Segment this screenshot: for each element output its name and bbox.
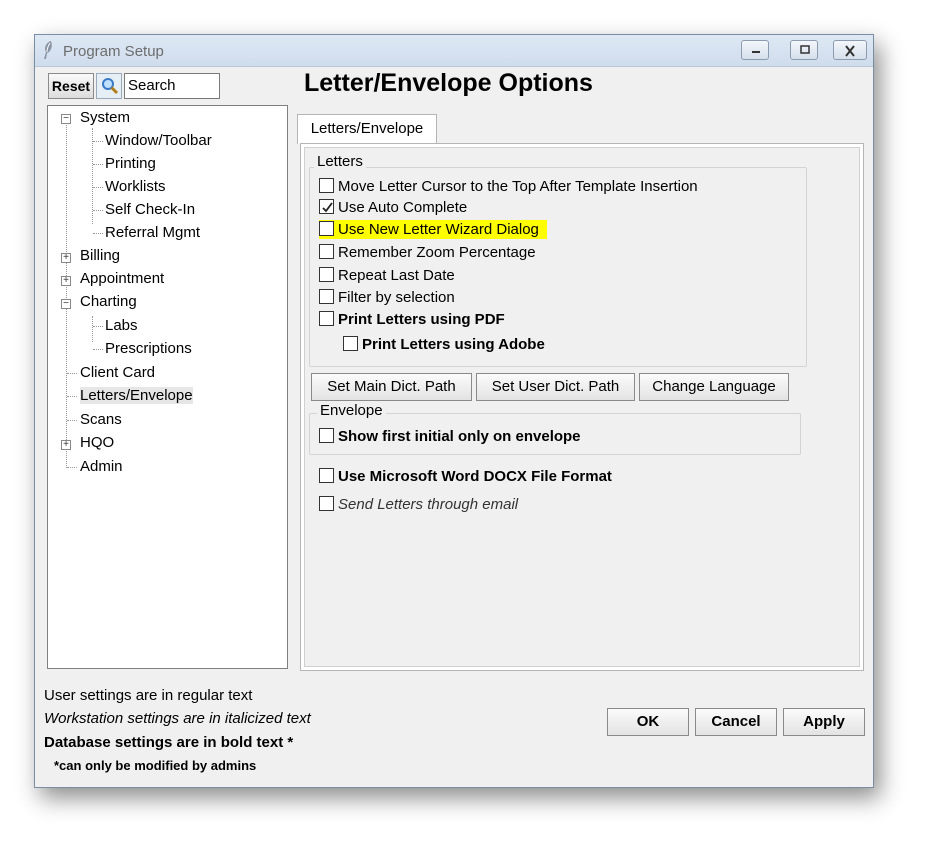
legend-admin-note: *can only be modified by admins [54,758,257,773]
option-label: Use Auto Complete [338,199,468,216]
tab-letters-envelope[interactable]: Letters/Envelope [297,114,437,144]
window-title: Program Setup [63,43,164,60]
tree-item-system[interactable]: System [80,109,130,126]
option-print-pdf[interactable]: Print Letters using PDF [319,311,505,331]
tree-line [66,118,67,468]
tree-line [92,316,93,342]
legend-workstation: Workstation settings are in italicized t… [44,710,311,727]
envelope-group-title: Envelope [317,402,386,419]
page-title: Letter/Envelope Options [304,69,593,97]
title-bar[interactable]: Program Setup [35,35,873,67]
option-label: Filter by selection [338,289,455,306]
collapse-icon[interactable]: − [61,299,71,309]
checkbox[interactable] [319,221,334,236]
expand-icon[interactable]: + [61,253,71,263]
tree-item-letters-envelope[interactable]: Letters/Envelope [80,387,193,404]
letters-group-title: Letters [314,153,366,170]
expand-icon[interactable]: + [61,276,71,286]
option-label: Print Letters using PDF [338,311,505,328]
tree-line [67,467,77,468]
option-repeat-last-date[interactable]: Repeat Last Date [319,267,455,287]
option-label: Show first initial only on envelope [338,428,581,445]
tree-line [93,349,103,350]
ok-button[interactable]: OK [607,708,689,736]
option-label: Use New Letter Wizard Dialog [338,221,539,238]
tab-panel: Letters Move Letter Cursor to the Top Af… [300,143,864,671]
option-label: Repeat Last Date [338,267,455,284]
checkbox[interactable] [343,336,358,351]
checkbox[interactable] [319,468,334,483]
legend-database: Database settings are in bold text * [44,734,294,751]
option-show-first-initial[interactable]: Show first initial only on envelope [319,428,581,448]
maximize-button[interactable] [790,40,818,60]
settings-tree: − System Window/Toolbar Printing Worklis… [47,105,288,669]
checkbox[interactable] [319,289,334,304]
set-user-dict-path-button[interactable]: Set User Dict. Path [476,373,635,401]
tree-item-client-card[interactable]: Client Card [80,364,155,381]
tree-item-window-toolbar[interactable]: Window/Toolbar [105,132,212,149]
tree-line [93,233,103,234]
tree-item-printing[interactable]: Printing [105,155,156,172]
option-label: Use Microsoft Word DOCX File Format [338,468,612,485]
highlight-marker: Use New Letter Wizard Dialog [319,220,548,239]
option-auto-complete[interactable]: Use Auto Complete [319,199,467,219]
tree-line [93,187,103,188]
legend-user: User settings are in regular text [44,687,253,704]
apply-button[interactable]: Apply [783,708,865,736]
option-docx-format[interactable]: Use Microsoft Word DOCX File Format [319,468,612,488]
search-button[interactable] [96,73,122,99]
checkbox-checked[interactable] [319,199,334,214]
cancel-button[interactable]: Cancel [695,708,777,736]
tree-item-labs[interactable]: Labs [105,317,138,334]
tree-item-billing[interactable]: Billing [80,247,120,264]
reset-button[interactable]: Reset [48,73,94,99]
tree-line [93,326,103,327]
checkbox[interactable] [319,496,334,511]
option-print-adobe[interactable]: Print Letters using Adobe [343,336,545,356]
tree-line [93,164,103,165]
tree-item-charting[interactable]: Charting [80,293,137,310]
minimize-button[interactable] [741,40,769,60]
option-move-cursor[interactable]: Move Letter Cursor to the Top After Temp… [319,178,698,198]
option-label: Print Letters using Adobe [362,336,545,353]
tree-item-scans[interactable]: Scans [80,411,122,428]
tree-item-hqo[interactable]: HQO [80,434,114,451]
search-input[interactable]: Search [124,73,220,99]
option-new-letter-wizard[interactable]: Use New Letter Wizard Dialog [319,220,548,241]
tree-line [93,141,103,142]
program-setup-window: Program Setup Reset Search Letter/Envelo… [34,34,874,788]
tree-line [67,373,77,374]
tab-content: Letters Move Letter Cursor to the Top Af… [304,147,860,667]
app-feather-icon [41,40,57,60]
option-send-email[interactable]: Send Letters through email [319,496,518,516]
tree-line [67,420,77,421]
checkbox[interactable] [319,311,334,326]
checkbox[interactable] [319,428,334,443]
checkbox[interactable] [319,267,334,282]
tree-item-admin[interactable]: Admin [80,458,123,475]
option-label: Move Letter Cursor to the Top After Temp… [338,178,698,195]
option-remember-zoom[interactable]: Remember Zoom Percentage [319,244,536,264]
tree-item-appointment[interactable]: Appointment [80,270,164,287]
change-language-button[interactable]: Change Language [639,373,789,401]
tree-line [67,396,77,397]
option-label: Send Letters through email [338,496,519,513]
option-label: Remember Zoom Percentage [338,244,536,261]
tree-line [93,210,103,211]
checkbox[interactable] [319,178,334,193]
tree-item-self-check-in[interactable]: Self Check-In [105,201,195,218]
close-button[interactable] [833,40,867,60]
tree-item-worklists[interactable]: Worklists [105,178,166,195]
option-filter-by-selection[interactable]: Filter by selection [319,289,455,309]
tree-item-referral-mgmt[interactable]: Referral Mgmt [105,224,200,241]
expand-icon[interactable]: + [61,440,71,450]
tree-item-prescriptions[interactable]: Prescriptions [105,340,192,357]
checkbox[interactable] [319,244,334,259]
collapse-icon[interactable]: − [61,114,71,124]
set-main-dict-path-button[interactable]: Set Main Dict. Path [311,373,472,401]
